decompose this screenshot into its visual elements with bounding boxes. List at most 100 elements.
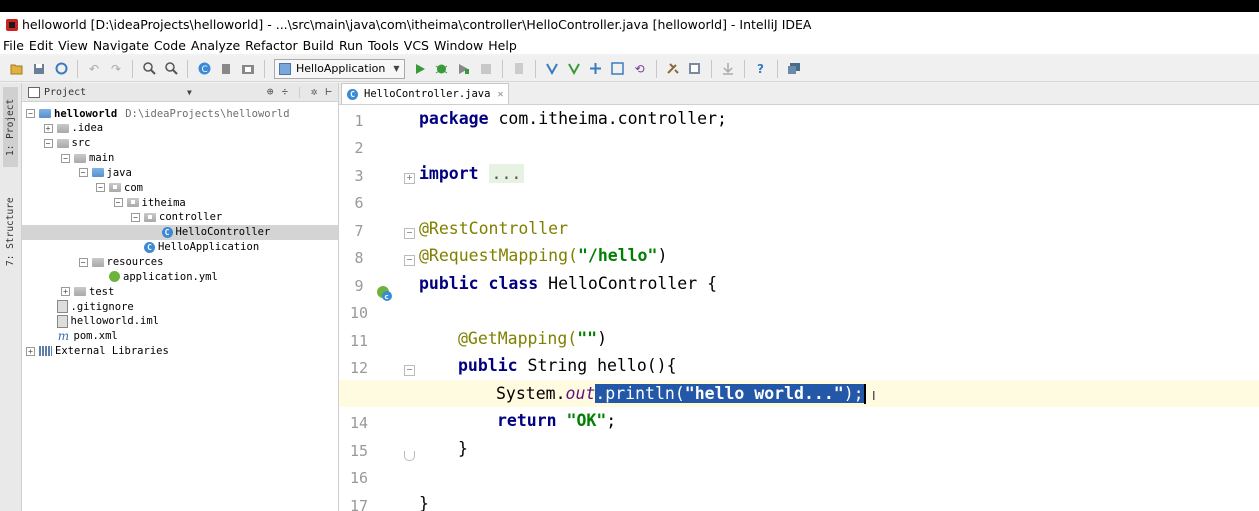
sync-icon[interactable] — [53, 61, 69, 77]
tree-item-src[interactable]: − src — [22, 136, 338, 151]
tree-item-controller[interactable]: − controller — [22, 210, 338, 225]
menu-run[interactable]: Run — [339, 38, 363, 53]
tree-item-gitignore[interactable]: .gitignore — [22, 299, 338, 314]
class-icon[interactable]: C — [196, 61, 212, 77]
collapse-icon[interactable]: − — [26, 109, 35, 118]
toolbar-separator — [655, 59, 657, 78]
menu-file[interactable]: File — [3, 38, 24, 53]
code-line: @RestController — [419, 215, 1259, 242]
undo-icon[interactable]: ↶ — [86, 61, 102, 77]
tree-item-idea[interactable]: + .idea — [22, 121, 338, 136]
locate-icon[interactable]: ⊕ — [267, 85, 274, 98]
menu-vcs[interactable]: VCS — [404, 38, 429, 53]
menu-refactor[interactable]: Refactor — [245, 38, 297, 53]
code-token: ) — [597, 329, 608, 348]
collapse-all-icon[interactable]: ÷ — [282, 85, 289, 98]
paste-icon[interactable] — [240, 61, 256, 77]
replace-icon[interactable] — [163, 61, 179, 77]
tree-item-test[interactable]: + test — [22, 284, 338, 299]
chevron-down-icon[interactable]: ▼ — [187, 88, 192, 97]
code-token: public class — [419, 274, 539, 293]
save-icon[interactable] — [31, 61, 47, 77]
menu-code[interactable]: Code — [154, 38, 186, 53]
gear-icon[interactable]: ✲ — [311, 85, 318, 98]
stop-icon[interactable] — [478, 61, 494, 77]
terminal-icon[interactable] — [786, 61, 802, 77]
tree-item-label: java — [106, 166, 132, 179]
menu-analyze[interactable]: Analyze — [191, 38, 240, 53]
help-icon[interactable]: ? — [753, 61, 769, 77]
menu-view[interactable]: View — [58, 38, 88, 53]
tree-item-helloapplication[interactable]: C HelloApplication — [22, 240, 338, 255]
vcs-update-icon[interactable] — [544, 61, 560, 77]
tree-item-itheima[interactable]: − itheima — [22, 195, 338, 210]
collapse-icon[interactable]: − — [113, 198, 123, 208]
expand-icon[interactable]: + — [26, 346, 35, 356]
project-view-select[interactable]: Project — [44, 87, 86, 98]
code-token: com.itheima.controller; — [488, 109, 727, 128]
folded-imports[interactable]: ... — [488, 164, 525, 183]
coverage-icon[interactable] — [456, 61, 472, 77]
structure-icon[interactable] — [687, 61, 703, 77]
code-line: @GetMapping("") — [419, 325, 1259, 352]
tree-item-main[interactable]: − main — [22, 151, 338, 166]
copy-icon[interactable] — [218, 61, 234, 77]
sdk-icon[interactable] — [720, 61, 736, 77]
run-icon[interactable] — [412, 61, 428, 77]
tree-item-helloworld-iml[interactable]: helloworld.iml — [22, 314, 338, 329]
collapse-icon[interactable]: − — [131, 212, 140, 222]
collapse-icon[interactable]: − — [43, 138, 53, 148]
tree-item-application-yml[interactable]: application.yml — [22, 269, 338, 284]
code-editor[interactable]: package com.itheima.controller; import .… — [339, 105, 1259, 511]
file-icon — [56, 314, 68, 328]
tree-item-external-libraries[interactable]: + External Libraries — [22, 344, 338, 359]
redo-icon[interactable]: ↷ — [108, 61, 124, 77]
find-icon[interactable] — [141, 61, 157, 77]
menu-window[interactable]: Window — [434, 38, 483, 53]
menu-navigate[interactable]: Navigate — [93, 38, 149, 53]
tree-item-resources[interactable]: − resources — [22, 255, 338, 270]
menu-help[interactable]: Help — [488, 38, 517, 53]
tree-item-helloworld[interactable]: − helloworld D:\ideaProjects\helloworld — [22, 106, 338, 121]
tree-item-pom-xml[interactable]: m pom.xml — [22, 329, 338, 344]
debug-icon[interactable] — [434, 61, 450, 77]
expand-icon[interactable]: + — [43, 123, 53, 133]
build-icon[interactable] — [511, 61, 527, 77]
revert-icon[interactable]: ⟲ — [632, 61, 648, 77]
menu-build[interactable]: Build — [303, 38, 334, 53]
collapse-icon[interactable]: − — [78, 168, 88, 178]
expand-icon[interactable]: + — [61, 287, 70, 297]
settings-icon[interactable] — [665, 61, 681, 77]
collapse-icon[interactable]: − — [96, 183, 105, 193]
class-icon: C — [161, 226, 173, 238]
hide-icon[interactable]: ⊢ — [325, 85, 332, 98]
toolbar-separator — [776, 59, 778, 78]
vcs-push-icon[interactable] — [588, 61, 604, 77]
open-icon[interactable] — [9, 61, 25, 77]
collapse-icon[interactable]: − — [78, 257, 88, 267]
code-line: package com.itheima.controller; — [419, 105, 1259, 132]
menu-tools[interactable]: Tools — [368, 38, 399, 53]
history-icon[interactable] — [610, 61, 626, 77]
spring-bean-gutter-icon[interactable]: c — [375, 284, 393, 302]
collapse-icon[interactable]: − — [61, 153, 70, 163]
tree-item-label: resources — [106, 256, 164, 268]
vcs-commit-icon[interactable] — [566, 61, 582, 77]
line-number: 10 — [349, 304, 369, 322]
editor-gutter[interactable]: 1 2 3 6 7 8 9 10 11 12 13 14 15 16 17 c … — [339, 105, 415, 511]
editor-tab-hellocontroller[interactable]: C HelloController.java ✕ — [341, 83, 510, 104]
tree-item-java[interactable]: − java — [22, 165, 338, 180]
tree-item-com[interactable]: − com — [22, 180, 338, 195]
tree-item-hellocontroller[interactable]: C HelloController — [22, 224, 338, 240]
yml-icon — [109, 271, 120, 283]
project-tool-tab[interactable]: 1: Project — [3, 87, 18, 167]
run-configuration-select[interactable]: HelloApplication ▼ — [274, 58, 405, 79]
close-icon[interactable]: ✕ — [497, 89, 503, 100]
menu-edit[interactable]: Edit — [29, 38, 53, 53]
project-view-icon — [28, 86, 40, 98]
structure-tool-tab[interactable]: 7: Structure — [3, 187, 18, 277]
tree-item-label: com — [124, 181, 143, 194]
